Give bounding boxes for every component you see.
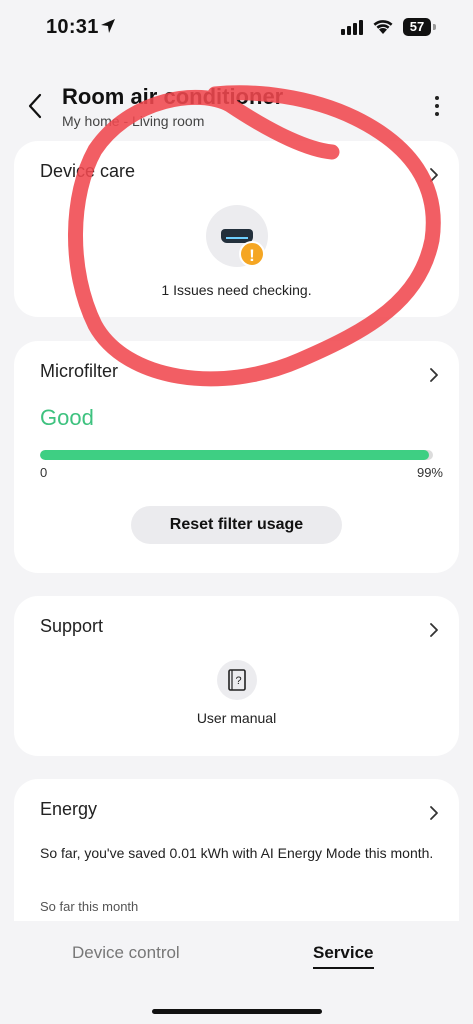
status-bar: 10:31 57 xyxy=(0,0,473,56)
bottom-navigation: Device control Service xyxy=(0,921,473,1024)
energy-savings-text: So far, you've saved 0.01 kWh with AI En… xyxy=(40,845,434,861)
warning-icon: ! xyxy=(239,241,265,267)
filter-max-label: 99% xyxy=(416,465,443,480)
cellular-signal-icon xyxy=(341,20,363,35)
chevron-right-icon xyxy=(430,368,438,382)
reset-filter-usage-button[interactable]: Reset filter usage xyxy=(131,506,342,544)
back-arrow-icon[interactable] xyxy=(24,92,48,120)
chevron-right-icon xyxy=(430,623,438,637)
location-arrow-icon xyxy=(101,19,115,33)
support-title: Support xyxy=(40,616,104,636)
tab-device-control[interactable]: Device control xyxy=(72,943,180,963)
energy-period-label: So far this month xyxy=(40,899,139,914)
tab-service[interactable]: Service xyxy=(313,943,374,969)
page-title: Room air conditioner xyxy=(62,84,284,109)
filter-usage-fill xyxy=(40,450,430,460)
microfilter-title: Microfilter xyxy=(40,361,119,381)
device-care-message: 1 Issues need checking. xyxy=(161,282,312,298)
air-conditioner-icon: ! xyxy=(206,205,268,267)
page-subtitle: My home - Living room xyxy=(62,113,205,129)
home-indicator[interactable] xyxy=(152,1009,322,1014)
battery-indicator: 57 xyxy=(403,18,431,36)
wifi-icon xyxy=(373,20,393,34)
chevron-right-icon xyxy=(430,168,438,182)
user-manual-label[interactable]: User manual xyxy=(14,710,459,726)
filter-status: Good xyxy=(40,405,94,430)
microfilter-card[interactable]: Microfilter Good 0 99% Reset filter usag… xyxy=(14,341,459,573)
device-care-card[interactable]: Device care ! 1 Issues need checking. xyxy=(14,141,459,317)
device-care-title: Device care xyxy=(40,161,136,181)
filter-usage-bar xyxy=(40,450,433,460)
support-card[interactable]: Support ? User manual xyxy=(14,596,459,756)
svg-text:?: ? xyxy=(235,675,241,687)
user-manual-icon[interactable]: ? xyxy=(217,660,257,700)
app-header: Room air conditioner My home - Living ro… xyxy=(0,80,473,132)
battery-tip xyxy=(433,24,436,30)
status-time: 10:31 xyxy=(46,16,99,38)
filter-min-label: 0 xyxy=(40,465,48,480)
energy-title: Energy xyxy=(40,799,98,819)
more-options-icon[interactable] xyxy=(428,96,446,118)
chevron-right-icon xyxy=(430,806,438,820)
